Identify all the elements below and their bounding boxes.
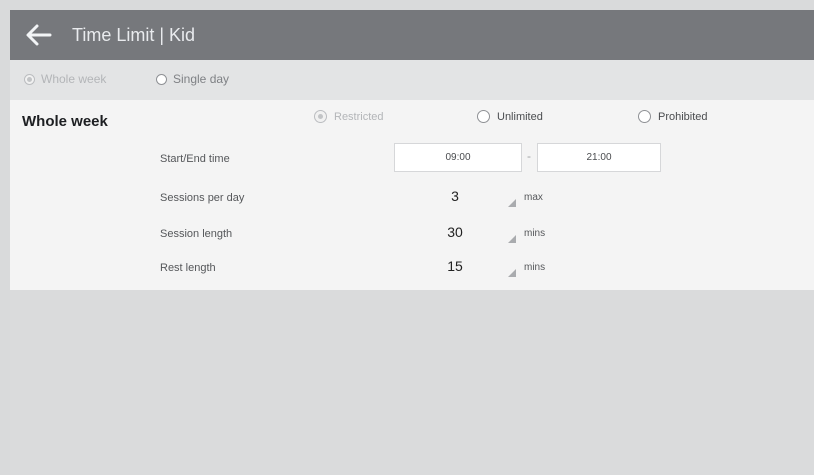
mode-option-whole-week[interactable]: Whole week (24, 72, 106, 86)
title-bar: Time Limit | Kid (10, 10, 814, 60)
dropdown-corner-icon[interactable] (506, 233, 516, 243)
arrow-left-icon (26, 24, 52, 46)
limit-label: Prohibited (658, 110, 708, 123)
radio-selected-icon (314, 110, 327, 123)
sessions-per-day-unit: max (524, 192, 543, 203)
radio-empty-icon (156, 73, 167, 85)
time-separator: - (527, 149, 531, 163)
dropdown-corner-icon[interactable] (506, 197, 516, 207)
rest-length-value[interactable]: 15 (430, 258, 480, 274)
dropdown-corner-icon[interactable] (506, 267, 516, 277)
limit-label: Restricted (334, 110, 384, 123)
mode-label: Single day (173, 72, 230, 86)
limit-option-prohibited[interactable]: Prohibited (638, 110, 708, 123)
limit-option-restricted[interactable]: Restricted (314, 110, 384, 123)
page-title: Time Limit | Kid (72, 25, 196, 45)
session-length-value[interactable]: 30 (430, 224, 480, 240)
radio-selected-icon (24, 73, 35, 85)
empty-content-area (10, 290, 814, 475)
radio-empty-icon (638, 110, 651, 123)
limit-option-unlimited[interactable]: Unlimited (477, 110, 543, 123)
back-button[interactable] (20, 20, 60, 50)
sessions-per-day-label: Sessions per day (160, 192, 245, 204)
mode-selector: Whole week Single day (10, 60, 814, 100)
limit-label: Unlimited (497, 110, 543, 123)
rest-length-unit: mins (524, 262, 546, 273)
start-time-input[interactable]: 09:00 (394, 143, 522, 172)
rest-length-label: Rest length (160, 262, 216, 274)
end-time-input[interactable]: 21:00 (537, 143, 661, 172)
radio-empty-icon (477, 110, 490, 123)
mode-option-single-day[interactable]: Single day (156, 72, 229, 86)
start-end-time-label: Start/End time (160, 153, 230, 165)
session-length-unit: mins (524, 228, 546, 239)
panel-title: Whole week (22, 113, 108, 130)
sessions-per-day-value[interactable]: 3 (430, 188, 480, 204)
session-length-label: Session length (160, 228, 233, 240)
mode-label: Whole week (41, 72, 107, 86)
settings-panel: Whole week Restricted Unlimited Prohibit… (10, 100, 814, 290)
